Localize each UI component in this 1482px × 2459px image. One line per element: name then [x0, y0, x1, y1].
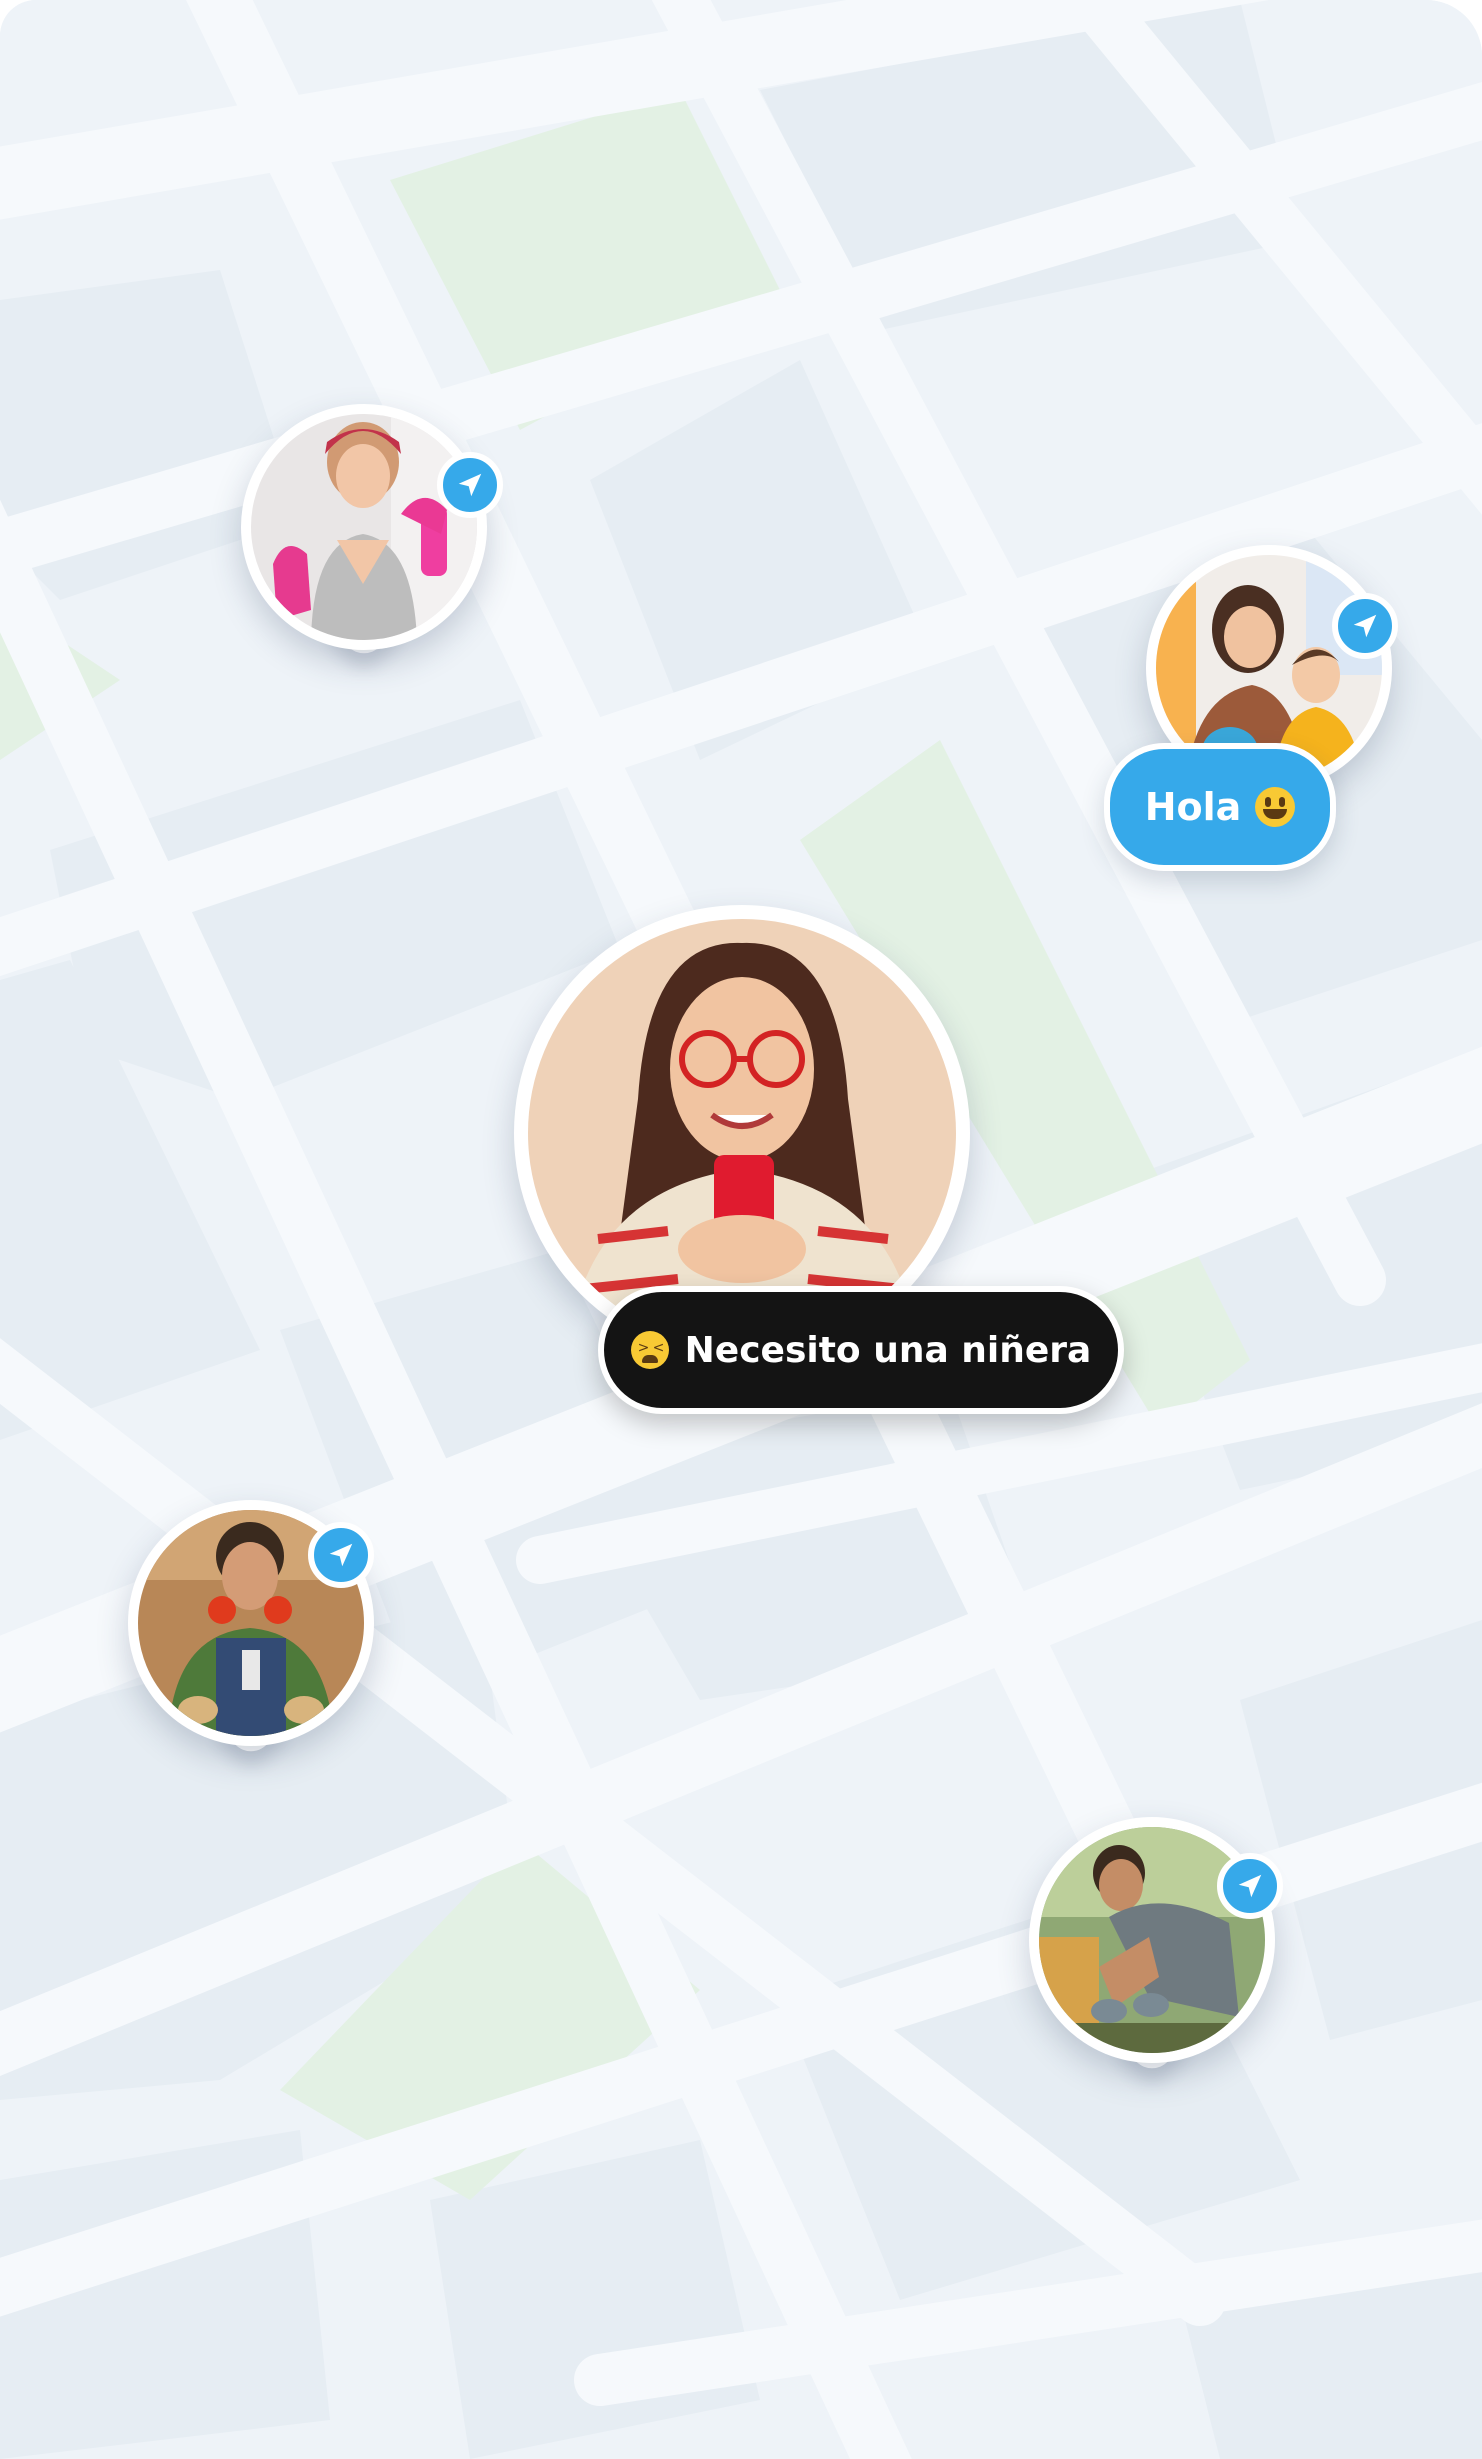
request-message-text: Necesito una niñera — [684, 1329, 1092, 1371]
greeting-message-text: Hola — [1144, 785, 1242, 829]
navigation-arrow-icon — [1217, 1853, 1283, 1919]
navigation-arrow-icon — [1332, 593, 1398, 659]
map-pin-gardener[interactable] — [1029, 1817, 1283, 2078]
cleaner-avatar — [251, 414, 477, 640]
map-pin-worker[interactable] — [128, 1500, 374, 1761]
requester-avatar — [528, 919, 956, 1347]
tired-face-emoji: > < — [630, 1331, 669, 1369]
navigation-arrow-icon — [308, 1522, 374, 1588]
map-pin-cleaner[interactable] — [241, 404, 503, 663]
map-view[interactable]: Hola > < Necesito una niñera — [0, 0, 1482, 2459]
greeting-message-bubble[interactable]: Hola — [1104, 743, 1336, 871]
grinning-face-emoji — [1255, 787, 1296, 827]
request-message-bubble[interactable]: > < Necesito una niñera — [598, 1286, 1124, 1414]
navigation-arrow-icon — [437, 452, 503, 518]
